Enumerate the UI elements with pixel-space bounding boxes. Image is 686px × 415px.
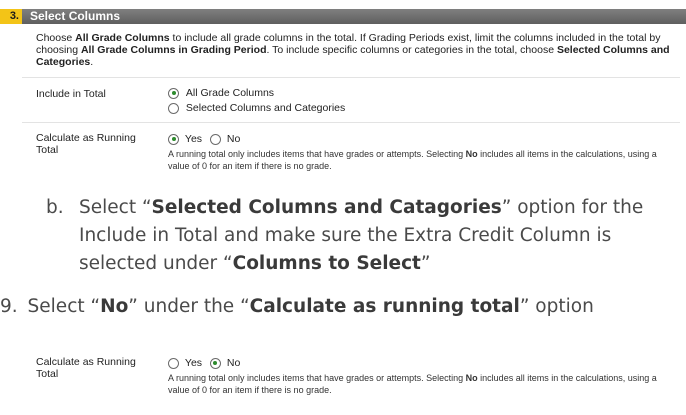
include-in-total-label: Include in Total (36, 88, 106, 100)
section-header-bar (22, 9, 686, 24)
radio-yes[interactable] (168, 133, 179, 145)
radio-selected-icon[interactable] (168, 87, 179, 99)
running-total-label-2: Calculate as Running Total (36, 356, 136, 380)
divider (22, 122, 680, 123)
running-total-help: A running total only includes items that… (168, 149, 657, 171)
radio-no-label: No (226, 357, 241, 369)
radio-all-grade-columns[interactable]: All Grade Columns (168, 87, 274, 99)
radio-yes-label: Yes (184, 133, 203, 145)
radio-yes[interactable] (168, 357, 179, 369)
radio-no[interactable] (209, 133, 221, 145)
step-text: Select “No” under the “Calculate as runn… (27, 296, 594, 317)
running-total-help-2: A running total only includes items that… (168, 373, 657, 395)
running-total-options: Yes No (168, 133, 240, 145)
step-marker: 9. (0, 296, 18, 317)
radio-no[interactable] (209, 357, 221, 369)
section-title: Select Columns (30, 9, 121, 23)
radio-unselected-icon[interactable] (168, 102, 179, 114)
divider (22, 77, 680, 78)
radio-label: All Grade Columns (185, 87, 275, 99)
radio-selected-columns[interactable]: Selected Columns and Categories (168, 102, 345, 114)
radio-yes-label: Yes (184, 357, 203, 369)
radio-label: Selected Columns and Categories (185, 102, 346, 114)
running-total-options-2: Yes No (168, 357, 240, 369)
step-text: Select “Selected Columns and Catagories”… (79, 197, 644, 274)
instruction-step-9: 9. Select “No” under the “Calculate as r… (0, 293, 686, 321)
running-total-label: Calculate as Running Total (36, 132, 136, 156)
step-marker: b. (46, 197, 64, 218)
section-number: 3. (0, 9, 22, 24)
radio-no-label: No (226, 133, 241, 145)
section-description: Choose All Grade Columns to include all … (36, 32, 670, 68)
